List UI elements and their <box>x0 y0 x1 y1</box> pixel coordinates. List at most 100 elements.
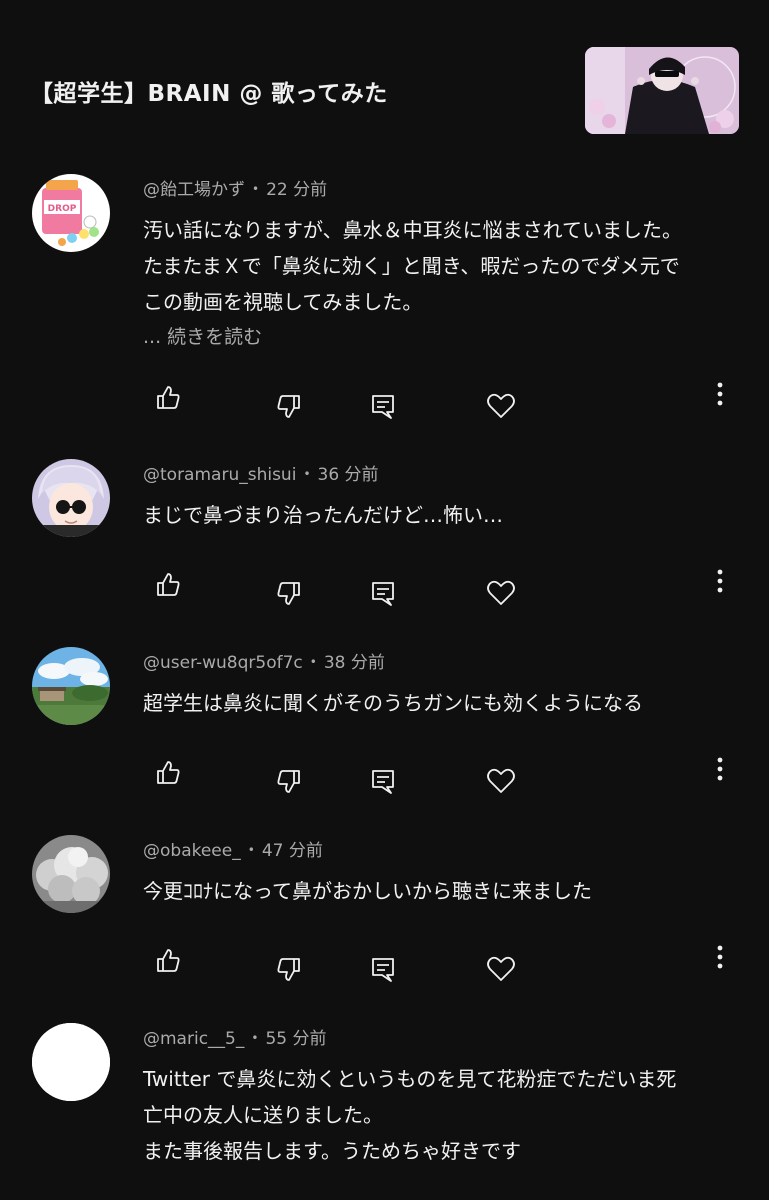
video-thumbnail[interactable] <box>585 47 739 134</box>
like-button[interactable] <box>148 378 188 418</box>
video-title[interactable]: 【超学生】BRAIN @ 歌ってみた <box>30 74 388 108</box>
comment-meta: @toramaru_shisui • 36 分前 <box>143 460 379 485</box>
comment-line: また事後報告します。うためちゃ好きです <box>143 1139 521 1163</box>
thumbs-up-icon <box>157 949 180 972</box>
more-options-button[interactable] <box>700 561 740 601</box>
comment-actions <box>0 565 769 606</box>
author-name[interactable]: @toramaru_shisui <box>143 465 296 485</box>
heart-button[interactable] <box>481 573 521 613</box>
comment-time: 55 分前 <box>265 1029 327 1049</box>
thumbs-down-icon <box>277 958 300 981</box>
dislike-button[interactable] <box>269 761 309 801</box>
comment-line: この動画を視聴してみました。 <box>143 290 423 314</box>
comment-item: @obakeee_ • 47 分前 今更ｺﾛﾅになって鼻がおかしいから聴きに来ました <box>0 811 769 999</box>
separator-dot: • <box>309 655 317 669</box>
dislike-button[interactable] <box>269 386 309 426</box>
comment-line: 亡中の友人に送りました。 <box>143 1103 383 1127</box>
author-name[interactable]: @obakeee_ <box>143 841 241 861</box>
reply-comment-icon <box>372 958 394 982</box>
comment-line: まじで鼻づまり治ったんだけど…怖い… <box>143 503 503 527</box>
avatar[interactable] <box>32 835 110 913</box>
author-name[interactable]: @飴工場かず <box>143 180 245 200</box>
thumbs-up-icon <box>157 386 180 409</box>
clouds-avatar-icon <box>32 835 110 913</box>
heart-button[interactable] <box>481 761 521 801</box>
comment-line: 今更ｺﾛﾅになって鼻がおかしいから聴きに来ました <box>143 879 592 903</box>
more-options-button[interactable] <box>700 374 740 414</box>
comment-time: 47 分前 <box>261 841 323 861</box>
author-name[interactable]: @maric__5_ <box>143 1029 244 1049</box>
blank-white-avatar-icon <box>32 1023 110 1101</box>
author-name[interactable]: @user-wu8qr5of7c <box>143 653 303 673</box>
comment-text: まじで鼻づまり治ったんだけど…怖い… <box>143 497 743 533</box>
avatar[interactable] <box>32 647 110 725</box>
reply-button[interactable] <box>363 949 403 989</box>
thumbs-up-icon <box>157 573 180 596</box>
heart-button[interactable] <box>481 949 521 989</box>
separator-dot: • <box>247 843 255 857</box>
comment-time: 38 分前 <box>323 653 385 673</box>
comment-item: @maric__5_ • 55 分前 Twitter で鼻炎に効くというものを見て花… <box>0 999 769 1164</box>
reply-button[interactable] <box>363 386 403 426</box>
thumbs-down-icon <box>277 395 300 418</box>
comment-actions <box>0 941 769 982</box>
comment-list: DROP @飴工場かず • 22 分前 汚い話になりますが、鼻水＆中耳炎に悩まされて… <box>0 150 769 1164</box>
separator-dot: • <box>303 467 311 481</box>
thumbs-down-icon <box>277 770 300 793</box>
comment-meta: @maric__5_ • 55 分前 <box>143 1024 326 1049</box>
comment-line: 汚い話になりますが、鼻水＆中耳炎に悩まされていました。 <box>143 218 682 242</box>
comment-meta: @user-wu8qr5of7c • 38 分前 <box>143 648 385 673</box>
dislike-button[interactable] <box>269 949 309 989</box>
heart-icon <box>487 393 515 418</box>
comment-text: 超学生は鼻炎に聞くがそのうちガンにも効くようになる <box>143 685 743 721</box>
comment-meta: @飴工場かず • 22 分前 <box>143 175 327 200</box>
thumbs-down-icon <box>277 582 300 605</box>
read-more-link[interactable]: ... 続きを読む <box>143 322 262 349</box>
like-button[interactable] <box>148 941 188 981</box>
more-options-button[interactable] <box>700 937 740 977</box>
heart-icon <box>487 956 515 981</box>
avatar[interactable]: DROP <box>32 174 110 252</box>
comment-line: 超学生は鼻炎に聞くがそのうちガンにも効くようになる <box>143 691 643 715</box>
reply-button[interactable] <box>363 573 403 613</box>
video-header: 【超学生】BRAIN @ 歌ってみた <box>0 0 769 150</box>
more-vert-icon <box>717 382 723 406</box>
comment-text: 今更ｺﾛﾅになって鼻がおかしいから聴きに来ました <box>143 873 743 909</box>
comment-item: @toramaru_shisui • 36 分前 まじで鼻づまり治ったんだけど…怖い… <box>0 435 769 623</box>
anime-character-avatar-icon <box>32 459 110 537</box>
comment-line: Twitter で鼻炎に効くというものを見て花粉症でただいま死 <box>143 1067 677 1091</box>
separator-dot: • <box>251 1031 259 1045</box>
comment-actions <box>0 753 769 794</box>
more-options-button[interactable] <box>700 749 740 789</box>
reply-comment-icon <box>372 395 394 419</box>
reply-comment-icon <box>372 582 394 606</box>
more-vert-icon <box>717 757 723 781</box>
dislike-button[interactable] <box>269 573 309 613</box>
heart-icon <box>487 768 515 793</box>
comment-item: @user-wu8qr5of7c • 38 分前 超学生は鼻炎に聞くがそのうちガンに… <box>0 623 769 811</box>
more-vert-icon <box>717 945 723 969</box>
heart-button[interactable] <box>481 386 521 426</box>
avatar[interactable] <box>32 459 110 537</box>
comment-item: DROP @飴工場かず • 22 分前 汚い話になりますが、鼻水＆中耳炎に悩まされて… <box>0 150 769 435</box>
like-button[interactable] <box>148 753 188 793</box>
svg-text:DROP: DROP <box>48 204 77 214</box>
comment-actions <box>0 378 769 419</box>
thumbs-up-icon <box>157 761 180 784</box>
comment-text: 汚い話になりますが、鼻水＆中耳炎に悩まされていました。 たまたまＸで「鼻炎に効く… <box>143 212 743 320</box>
heart-icon <box>487 580 515 605</box>
reply-comment-icon <box>372 770 394 794</box>
more-vert-icon <box>717 569 723 593</box>
reply-button[interactable] <box>363 761 403 801</box>
avatar[interactable] <box>32 1023 110 1101</box>
comment-text: Twitter で鼻炎に効くというものを見て花粉症でただいま死 亡中の友人に送り… <box>143 1061 743 1169</box>
comment-meta: @obakeee_ • 47 分前 <box>143 836 323 861</box>
like-button[interactable] <box>148 565 188 605</box>
comment-line: たまたまＸで「鼻炎に効く」と聞き、暇だったのでダメ元で <box>143 254 680 278</box>
thumbnail-image <box>585 47 739 134</box>
comment-time: 22 分前 <box>266 180 328 200</box>
separator-dot: • <box>252 182 260 196</box>
comment-time: 36 分前 <box>317 465 379 485</box>
candy-drop-avatar-icon: DROP <box>32 174 110 252</box>
landscape-avatar-icon <box>32 647 110 725</box>
